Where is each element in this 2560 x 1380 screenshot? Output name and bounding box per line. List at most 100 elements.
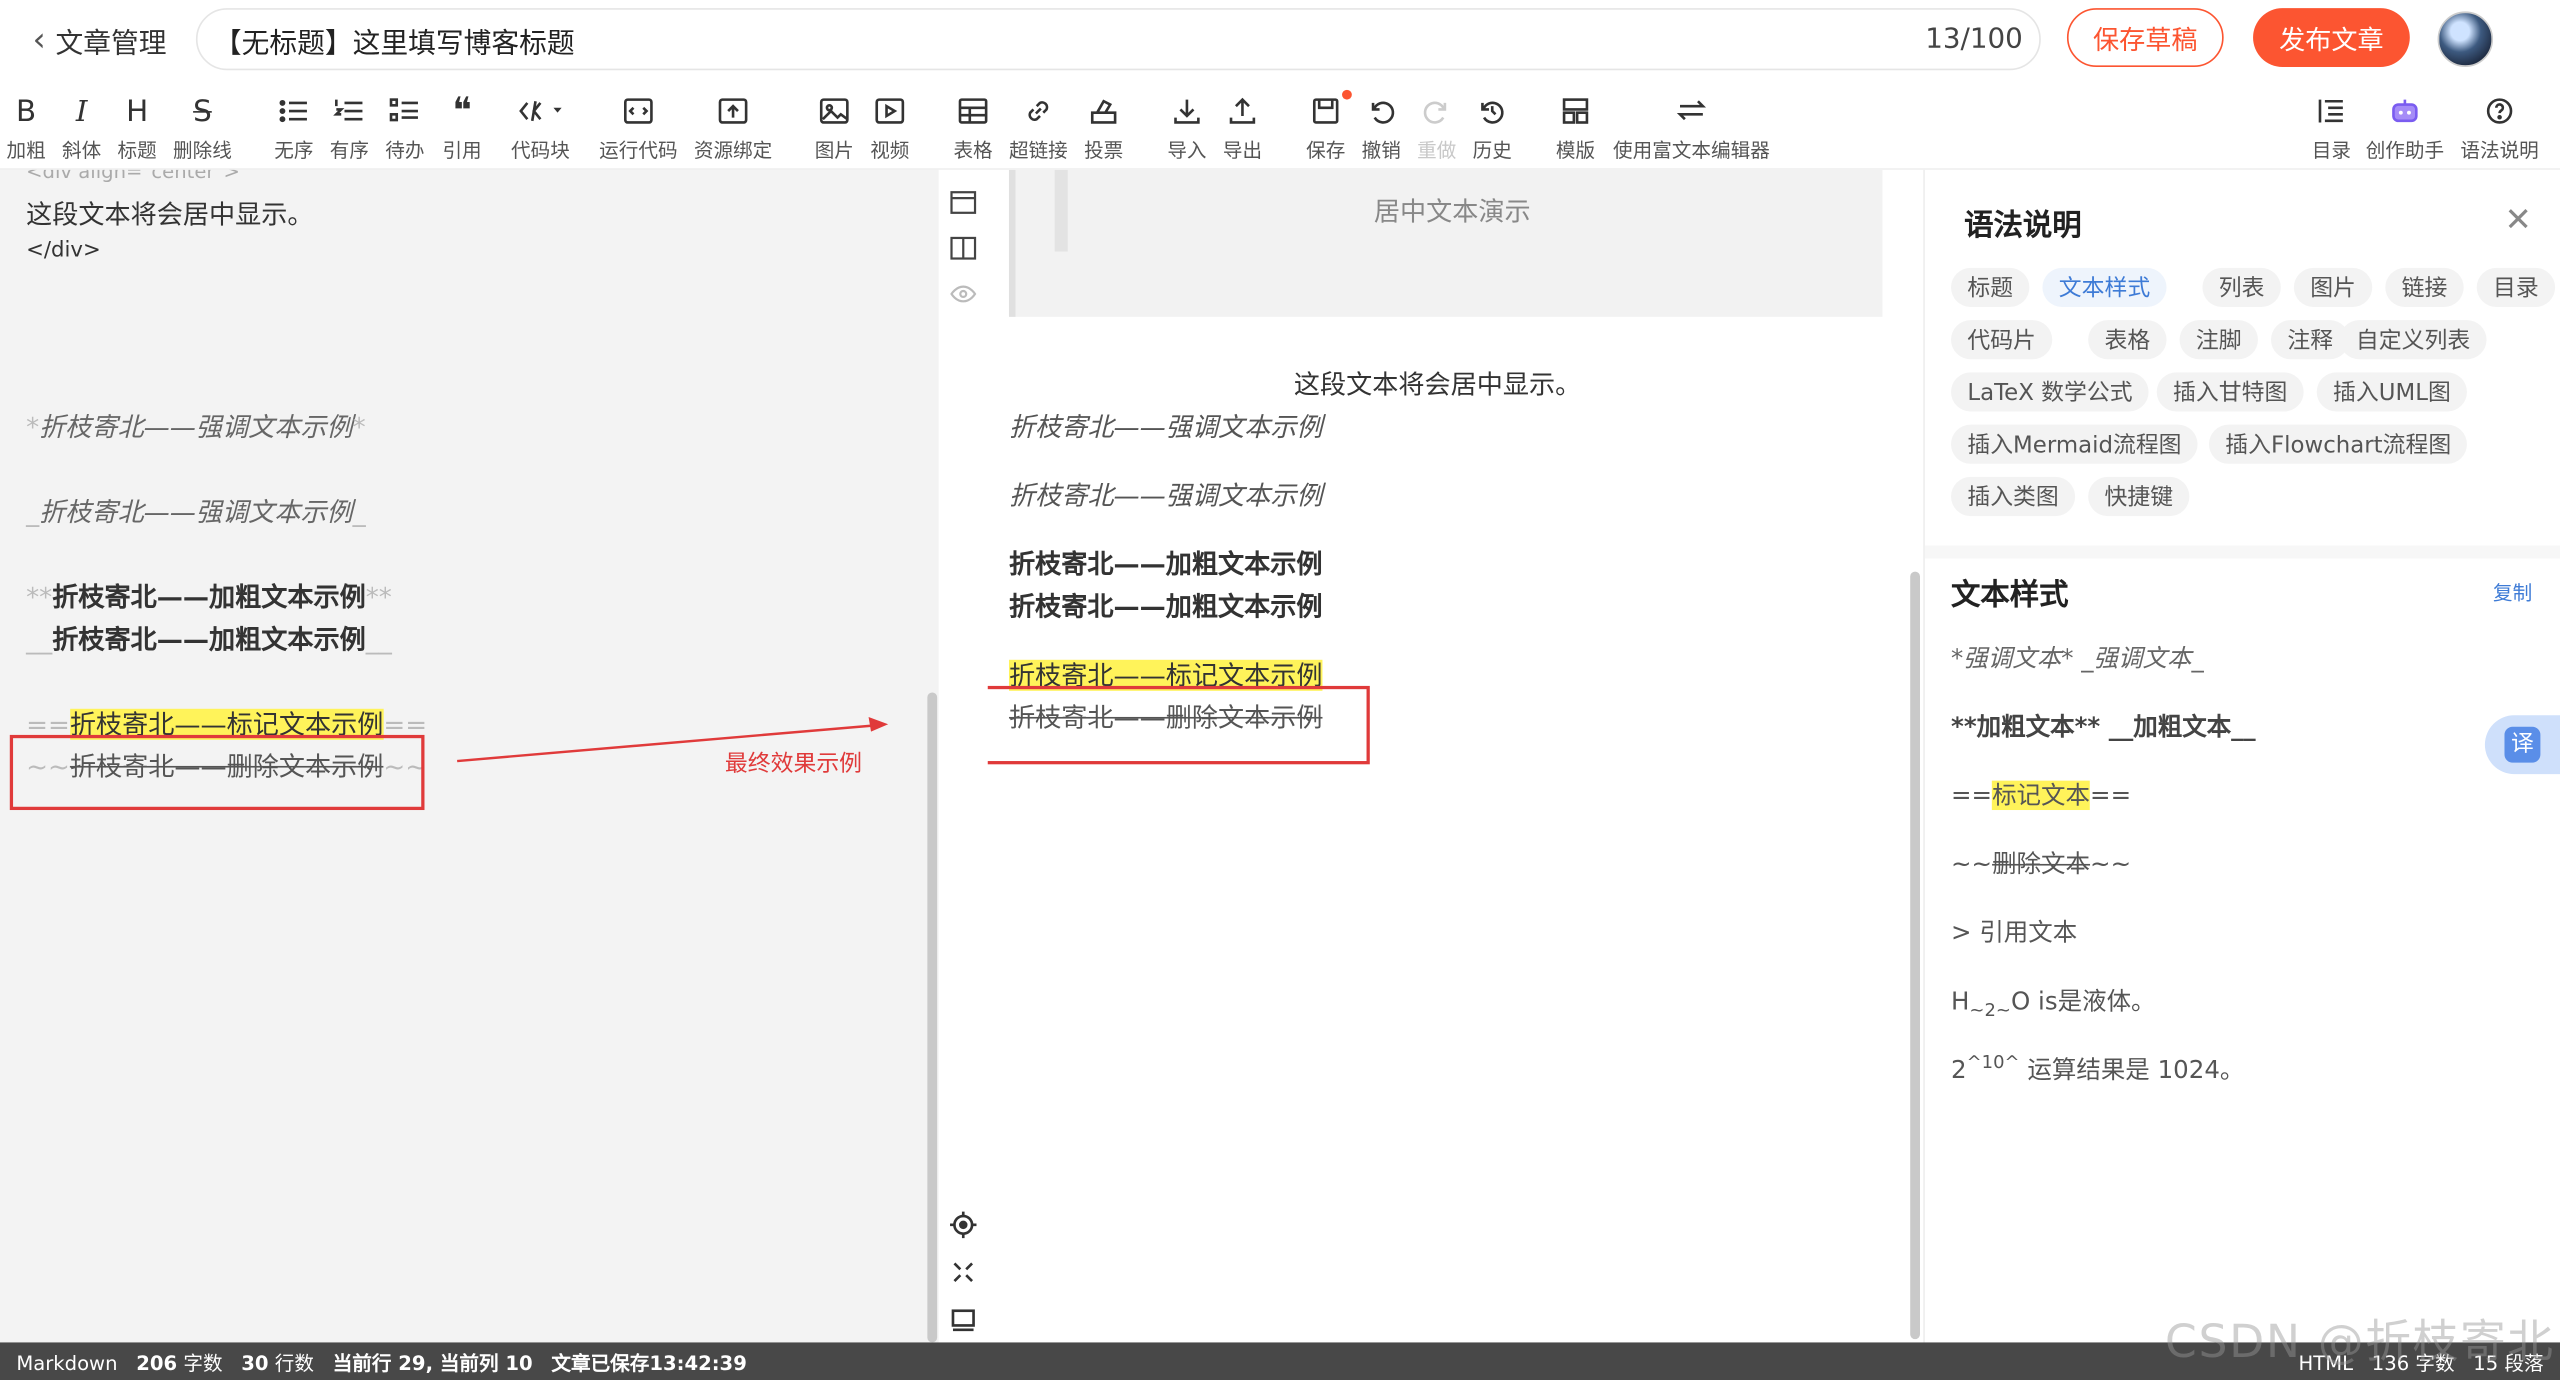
- editor-only-icon[interactable]: [947, 186, 980, 219]
- undo-icon: [1365, 91, 1398, 130]
- run-code-icon: [622, 91, 655, 130]
- save-draft-button[interactable]: 保存草稿: [2066, 8, 2224, 67]
- tag-mermaid[interactable]: 插入Mermaid流程图: [1951, 424, 2198, 464]
- editor-line-bold-underscore: __折枝寄北——加粗文本示例__: [26, 623, 392, 655]
- sync-scroll-icon[interactable]: [947, 1256, 980, 1289]
- tag-footnote[interactable]: 注脚: [2179, 320, 2258, 360]
- bold-button[interactable]: B 加粗: [7, 91, 46, 163]
- save-icon: [1309, 89, 1352, 130]
- status-cursor: 当前行 29, 当前列 10: [332, 1352, 533, 1376]
- title-input[interactable]: [213, 21, 1684, 58]
- writing-assistant-button[interactable]: 创作助手: [2366, 91, 2444, 163]
- tag-flowchart[interactable]: 插入Flowchart流程图: [2208, 424, 2468, 464]
- todo-list-button[interactable]: 待办: [385, 91, 425, 163]
- rich-text-editor-button[interactable]: 使用富文本编辑器: [1613, 91, 1770, 163]
- image-button[interactable]: 图片: [815, 91, 854, 163]
- unordered-list-button[interactable]: 无序: [274, 91, 313, 163]
- writing-assistant-label: 创作助手: [2365, 138, 2445, 162]
- bold-label: 加粗: [6, 138, 46, 162]
- table-button[interactable]: 表格: [953, 91, 993, 163]
- redo-button[interactable]: 重做: [1417, 91, 1456, 163]
- tag-link[interactable]: 链接: [2385, 267, 2464, 308]
- preview-bold-1: 折枝寄北——加粗文本示例: [1008, 548, 1323, 580]
- tag-table[interactable]: 表格: [2088, 320, 2167, 360]
- locate-icon[interactable]: [947, 1209, 980, 1242]
- translate-button[interactable]: 译: [2484, 715, 2560, 775]
- strikethrough-button[interactable]: S 删除线: [173, 91, 232, 163]
- toc-button[interactable]: 目录: [2312, 91, 2351, 163]
- translate-icon: 译: [2504, 726, 2541, 763]
- status-line-count: 30: [241, 1352, 269, 1376]
- import-button[interactable]: 导入: [1167, 91, 1207, 163]
- heading-button[interactable]: H 标题: [118, 91, 157, 163]
- tag-toc[interactable]: 目录: [2476, 267, 2556, 308]
- syntax-superscript-line: 2^10^ 运算结果是 1024。: [1951, 1051, 2245, 1085]
- hyperlink-button[interactable]: 超链接: [1009, 91, 1068, 163]
- export-label: 导出: [1222, 138, 1263, 162]
- tag-text-style[interactable]: 文本样式: [2042, 267, 2167, 308]
- unordered-list-icon: [278, 91, 311, 130]
- copy-link[interactable]: 复制: [2493, 578, 2532, 606]
- section-title: 文本样式: [1951, 578, 2069, 613]
- ordered-list-button[interactable]: 有序: [330, 91, 369, 163]
- preview-eye-icon[interactable]: [947, 278, 980, 311]
- vote-button[interactable]: 投票: [1084, 91, 1123, 163]
- undo-button[interactable]: 撤销: [1362, 91, 1401, 163]
- strikethrough-icon: S: [193, 93, 212, 129]
- video-icon: [873, 91, 906, 130]
- history-button[interactable]: 历史: [1473, 91, 1512, 163]
- fullscreen-icon[interactable]: [947, 1303, 980, 1336]
- resource-bind-label: 资源绑定: [693, 138, 773, 162]
- hyperlink-label: 超链接: [1008, 138, 1068, 162]
- editor-line-div-close: </div>: [26, 238, 101, 263]
- markdown-editor[interactable]: <div align="center"> 这段文本将会居中显示。 </div> …: [0, 169, 939, 1343]
- ordered-list-icon: [333, 91, 366, 130]
- preview-scrollbar[interactable]: [1910, 571, 1920, 1340]
- video-label: 视频: [870, 138, 910, 162]
- div-open-tag-partial: <div align="center">: [26, 169, 240, 183]
- save-label: 保存: [1306, 138, 1346, 162]
- syntax-emphasis-line: *强调文本* _强调文本_: [1951, 643, 2204, 673]
- bold-icon: B: [16, 93, 37, 129]
- quote-button[interactable]: ❝ 引用: [442, 91, 481, 163]
- split-view-icon[interactable]: [947, 232, 980, 265]
- table-label: 表格: [953, 138, 993, 162]
- tag-class-diagram[interactable]: 插入类图: [1951, 476, 2076, 517]
- vote-icon: [1087, 91, 1120, 130]
- tag-shortcuts[interactable]: 快捷键: [2088, 476, 2190, 517]
- video-button[interactable]: 视频: [870, 91, 909, 163]
- tag-custom-list[interactable]: 自定义列表: [2339, 320, 2487, 360]
- save-button[interactable]: 保存: [1306, 89, 1352, 163]
- avatar[interactable]: [2437, 11, 2494, 67]
- tag-list[interactable]: 列表: [2202, 267, 2281, 308]
- preview-highlight-box: [987, 685, 1370, 765]
- close-icon[interactable]: ✕: [2504, 199, 2531, 238]
- back-to-article-management[interactable]: ‹ 文章管理: [33, 16, 167, 62]
- resource-bind-button[interactable]: 资源绑定: [694, 91, 772, 163]
- editor-scrollbar[interactable]: [927, 692, 938, 1343]
- tag-gantt[interactable]: 插入甘特图: [2156, 372, 2304, 412]
- editor-line-center-text: 这段文本将会居中显示。: [26, 199, 314, 231]
- code-icon: [518, 91, 564, 130]
- tag-comment[interactable]: 注释: [2271, 320, 2350, 360]
- code-block-label: 代码块: [511, 138, 570, 162]
- tag-code[interactable]: 代码片: [1951, 320, 2053, 360]
- tag-latex[interactable]: LaTeX 数学公式: [1951, 372, 2149, 412]
- tag-heading[interactable]: 标题: [1951, 267, 2030, 308]
- template-button[interactable]: 模版: [1556, 91, 1595, 163]
- export-button[interactable]: 导出: [1223, 91, 1262, 163]
- panel-divider: [1924, 545, 2560, 559]
- title-char-count: 13/100: [1925, 22, 2023, 56]
- italic-button[interactable]: I 斜体: [62, 91, 101, 163]
- download-icon: [1171, 91, 1204, 130]
- tag-image[interactable]: 图片: [2293, 267, 2373, 308]
- publish-button[interactable]: 发布文章: [2253, 8, 2410, 67]
- syntax-bold-line: **加粗文本** __加粗文本__: [1951, 712, 2256, 742]
- italic-label: 斜体: [62, 138, 102, 162]
- title-box: 13/100: [195, 8, 2041, 71]
- code-block-button[interactable]: 代码块: [511, 91, 570, 163]
- robot-icon: [2389, 91, 2422, 130]
- run-code-button[interactable]: 运行代码: [599, 91, 678, 163]
- syntax-help-button[interactable]: 语法说明: [2460, 91, 2539, 163]
- tag-uml[interactable]: 插入UML图: [2316, 372, 2468, 412]
